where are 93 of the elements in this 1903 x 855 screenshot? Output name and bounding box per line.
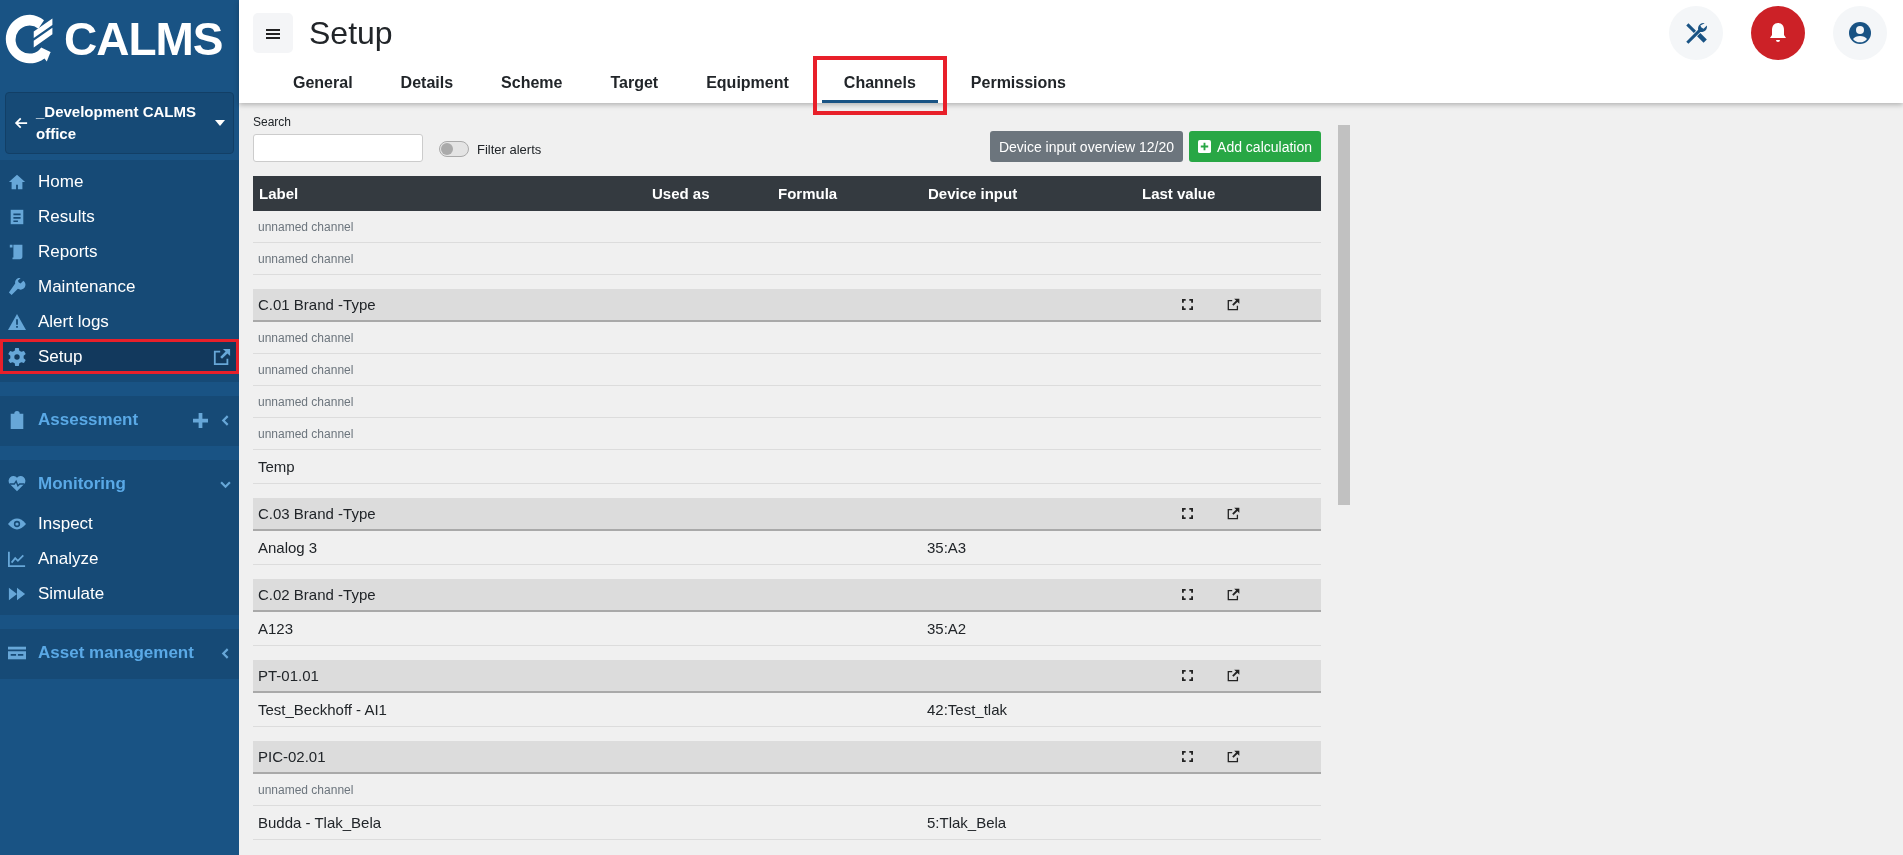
table-cell-text: 35:A2 (926, 620, 968, 637)
table-cell-text: Test_Beckhoff - AI1 (257, 701, 388, 718)
group-title: C.03 Brand -Type (258, 505, 377, 522)
tab[interactable]: Target (588, 60, 681, 103)
settings-icon (8, 347, 26, 366)
group-title: C.01 Brand -Type (258, 296, 377, 313)
nav-label: Alert logs (38, 311, 110, 332)
section-label: Asset management (38, 643, 195, 663)
external-link-icon (1226, 298, 1240, 311)
nav-label: Reports (38, 241, 99, 262)
nav-label: Maintenance (38, 276, 137, 297)
column-header: Used as (651, 185, 711, 202)
overview-button[interactable]: Device input overview 12/20 (989, 131, 1184, 162)
external-link-icon (1226, 588, 1240, 601)
chevron-left-icon (220, 647, 231, 659)
home-icon (8, 172, 26, 191)
nav-item[interactable]: Setup (0, 339, 239, 374)
table-cell-text: unnamed channel (257, 426, 355, 441)
nav-label: Analyze (38, 548, 100, 569)
external-link-icon (1226, 750, 1240, 763)
column-header: Formula (777, 185, 839, 202)
menu-icon (266, 27, 280, 40)
chevron-left-icon (220, 414, 231, 426)
tab[interactable]: Details (378, 60, 476, 103)
column-header: Device input (927, 185, 1019, 202)
project-selector[interactable]: _Development CALMS office (5, 92, 234, 154)
tab[interactable]: General (271, 60, 375, 103)
page-title: Setup (309, 14, 394, 52)
group-title: PT-01.01 (258, 667, 320, 684)
nav-item[interactable]: Reports (0, 234, 239, 269)
table-cell-text: unnamed channel (257, 362, 355, 377)
nav-item[interactable]: Analyze (0, 541, 239, 576)
table-cell-text: unnamed channel (257, 394, 355, 409)
tab[interactable]: Equipment (684, 60, 811, 103)
tab[interactable]: Scheme (479, 60, 585, 103)
expand-icon (1181, 508, 1193, 519)
nav-item[interactable]: Alert logs (0, 304, 239, 339)
plus-square-icon (1198, 140, 1212, 153)
section-header[interactable]: Monitoring (0, 462, 239, 506)
table-cell-text: 35:A3 (926, 539, 968, 556)
nav-label: Home (38, 171, 85, 192)
expand-icon (1181, 589, 1193, 600)
table-cell-text: Analog 3 (257, 539, 319, 556)
caret-icon (215, 120, 225, 126)
warning-icon (8, 312, 26, 331)
table-cell-text: 5:Tlak_Bela (926, 814, 1008, 831)
search-field[interactable] (253, 134, 423, 162)
expand-icon (1181, 670, 1193, 681)
table-cell-text: A123 (257, 620, 295, 637)
table-cell-text: Budda - Tlak_Bela (257, 814, 383, 831)
filter-label: Filter alerts (477, 141, 542, 157)
logo-text: CALMS (64, 12, 223, 66)
document-icon (8, 207, 26, 226)
section-label: Assessment (38, 410, 140, 430)
tab[interactable]: Permissions (948, 60, 1088, 103)
line-chart-icon (8, 549, 26, 568)
nav-label: Setup (38, 346, 84, 367)
tab[interactable]: Channels (821, 60, 938, 103)
nav-label: Inspect (38, 513, 94, 534)
tools-icon (1683, 20, 1709, 46)
toggle-switch[interactable] (439, 141, 469, 157)
project-name: _Development CALMS office (36, 102, 198, 144)
nav-label: Results (38, 206, 96, 227)
search-label: Search (253, 115, 293, 129)
nav-item[interactable]: Maintenance (0, 269, 239, 304)
table-cell-text: 42:Test_tlak (926, 701, 1009, 718)
nav-item[interactable]: Home (0, 164, 239, 199)
nav-item[interactable]: Simulate (0, 576, 239, 611)
notifications-button[interactable] (1751, 6, 1805, 60)
section-label: Monitoring (38, 474, 127, 494)
nav-item[interactable]: Inspect (0, 506, 239, 541)
nav-label: Simulate (38, 583, 106, 604)
expand-icon (1181, 299, 1193, 310)
wrench-icon (8, 277, 26, 296)
user-icon (1848, 21, 1872, 45)
table-cell-text: unnamed channel (257, 782, 355, 797)
external-link-icon (1226, 507, 1240, 520)
menu-button[interactable] (253, 13, 293, 53)
card-icon (8, 644, 26, 662)
table-cell-text: Temp (257, 458, 296, 475)
heartbeat-icon (8, 475, 26, 493)
column-header: Last value (1141, 185, 1217, 202)
group-title: PIC-02.01 (258, 748, 327, 765)
back-arrow-icon (14, 116, 28, 130)
external-link-icon (1226, 669, 1240, 682)
expand-icon (1181, 751, 1193, 762)
table-cell-text: unnamed channel (257, 251, 355, 266)
clipboard-icon (8, 411, 26, 429)
table-cell-text: unnamed channel (257, 219, 355, 234)
nav-item[interactable]: Results (0, 199, 239, 234)
group-title: C.02 Brand -Type (258, 586, 377, 603)
column-header: Label (258, 185, 300, 202)
table-cell-text: unnamed channel (257, 330, 355, 345)
